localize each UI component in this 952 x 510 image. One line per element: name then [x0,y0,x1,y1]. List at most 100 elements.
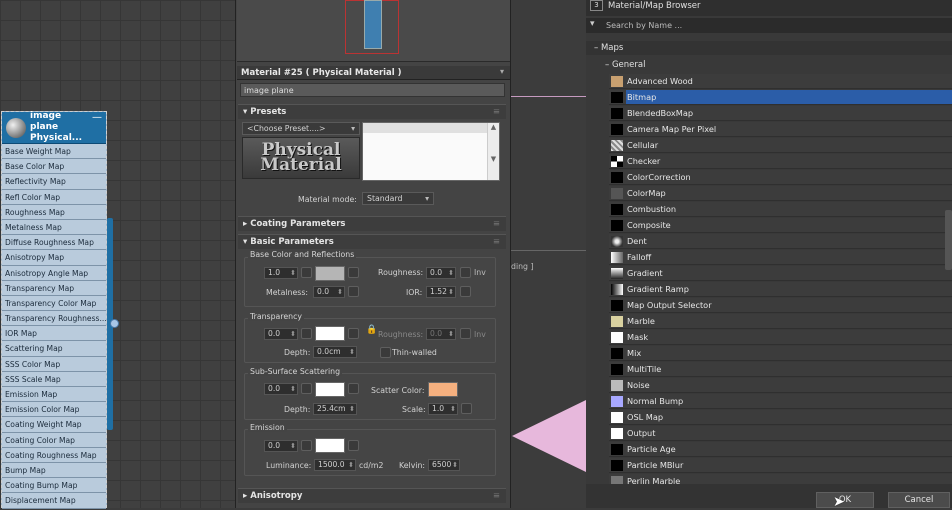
node-slot[interactable]: Transparency Color Map [2,295,106,312]
scale-map-button[interactable] [461,403,472,414]
sss-color-map-button[interactable] [348,383,359,394]
map-list-item[interactable]: Gradient Ramp [609,282,952,297]
node-slot[interactable]: SSS Color Map [2,356,106,372]
sss-color-swatch[interactable] [315,382,345,397]
map-list-item[interactable]: BlendedBoxMap [609,106,952,121]
ior-map-button[interactable] [460,286,471,297]
roughness-spinner[interactable]: 0.0 [426,267,456,279]
node-header[interactable]: image plane Physical... — [2,111,106,144]
emission-weight-spinner[interactable]: 0.0 [264,440,298,452]
map-list-item[interactable]: Combustion [609,202,952,217]
search-input[interactable]: Search by Name ... [586,18,952,33]
sss-map-button[interactable] [301,383,312,394]
map-list-item[interactable]: Advanced Wood [609,74,952,89]
preset-list-row[interactable] [363,123,487,133]
map-list-item[interactable]: Particle Age [609,442,952,457]
transparency-color-map-button[interactable] [348,328,359,339]
base-weight-spinner[interactable]: 1.0 [264,267,298,279]
metalness-spinner[interactable]: 0.0 [313,286,345,298]
map-list-item[interactable]: ColorCorrection [609,170,952,185]
node-slot[interactable]: Displacement Map [2,493,106,509]
material-name-field[interactable]: image plane [240,83,505,97]
map-list-item[interactable]: MultiTile [609,362,952,377]
depth-spinner[interactable]: 0.0cm [313,346,357,358]
transparency-roughness-spinner[interactable]: 0.0 [426,328,456,340]
node-slot[interactable]: Metalness Map [2,219,106,236]
node-slot[interactable]: IOR Map [2,326,106,342]
lock-icon[interactable]: 🔒 [366,325,377,335]
transparency-inv-label[interactable]: Inv [474,330,486,339]
map-list-item[interactable]: Gradient [609,266,952,281]
kelvin-spinner[interactable]: 6500 [428,459,460,471]
transparency-weight-spinner[interactable]: 0.0 [264,328,298,340]
sss-depth-spinner[interactable]: 25.4cm [313,403,357,415]
node-slot[interactable]: Scattering Map [2,341,106,357]
general-category[interactable]: – General [597,58,952,72]
material-mode-dropdown[interactable]: Standard [362,192,434,205]
browser-scrollbar[interactable] [945,210,952,270]
scatter-color-swatch[interactable] [428,382,458,397]
node-slot[interactable]: Refl Color Map [2,189,106,205]
transparency-map-button[interactable] [301,328,312,339]
node-slot[interactable]: Bump Map [2,462,106,479]
metalness-map-button[interactable] [348,286,359,297]
node-slot[interactable]: Transparency Roughness... [2,311,106,327]
node-slot[interactable]: Coating Bump Map [2,478,106,494]
node-slot[interactable]: Emission Color Map [2,402,106,418]
node-slot[interactable]: Base Weight Map [2,144,106,160]
node-slot[interactable]: Transparency Map [2,280,106,296]
map-list-item[interactable]: Normal Bump [609,394,952,409]
map-list-item[interactable]: Checker [609,154,952,169]
map-list-item[interactable]: Map Output Selector [609,298,952,313]
ok-button[interactable]: OK [816,492,874,508]
map-list-item[interactable]: OSL Map [609,410,952,425]
emission-color-swatch[interactable] [315,438,345,453]
header-menu-icon[interactable]: ▾ [500,67,504,76]
ior-spinner[interactable]: 1.52 [426,286,456,298]
cancel-button[interactable]: Cancel [888,492,950,508]
map-list-item[interactable]: Composite [609,218,952,233]
map-list-item[interactable]: Camera Map Per Pixel [609,122,952,137]
material-node[interactable]: image plane Physical... — Base Weight Ma… [1,111,107,509]
node-slot[interactable]: SSS Scale Map [2,371,106,387]
node-slot[interactable]: Roughness Map [2,204,106,220]
node-slot[interactable]: Coating Weight Map [2,417,106,433]
transparency-color-swatch[interactable] [315,326,345,341]
emission-color-map-button[interactable] [348,440,359,451]
preset-dropdown[interactable]: <Choose Preset....> [242,122,360,135]
luminance-spinner[interactable]: 1500.0 [314,459,356,471]
node-slot[interactable]: Anisotropy Map [2,250,106,266]
map-list-item[interactable]: Mask [609,330,952,345]
node-slot[interactable]: Coating Roughness Map [2,447,106,463]
roughness-map-button[interactable] [460,267,471,278]
map-list-item[interactable]: ColorMap [609,186,952,201]
map-list-item[interactable]: Output [609,426,952,441]
output-socket[interactable] [110,319,119,328]
node-slot[interactable]: Base Color Map [2,159,106,175]
map-list-item[interactable]: Bitmap [609,90,952,105]
scale-spinner[interactable]: 1.0 [428,403,458,415]
map-list-item[interactable]: Marble [609,314,952,329]
list-scrollbar[interactable]: ▲ ▼ [487,123,499,180]
search-options-icon[interactable]: ▾ [590,19,595,29]
collapse-icon[interactable]: — [92,112,102,123]
map-list-item[interactable]: Cellular [609,138,952,153]
transparency-roughness-map-button[interactable] [460,328,471,339]
node-slot[interactable]: Anisotropy Angle Map [2,265,106,281]
maps-category[interactable]: – Maps [586,41,952,55]
node-slot[interactable]: Emission Map [2,387,106,403]
presets-rollout[interactable]: ▾ Presets [238,104,506,119]
node-slot[interactable]: Diffuse Roughness Map [2,235,106,251]
map-list-item[interactable]: Noise [609,378,952,393]
emission-map-button[interactable] [301,440,312,451]
base-color-swatch[interactable] [315,266,345,281]
base-weight-map-button[interactable] [301,267,312,278]
node-slot[interactable]: Coating Color Map [2,432,106,448]
base-color-map-button[interactable] [348,267,359,278]
anisotropy-rollout[interactable]: ▸ Anisotropy [238,488,506,503]
coating-rollout[interactable]: ▸ Coating Parameters [238,216,506,231]
map-list-item[interactable]: Mix [609,346,952,361]
map-list-item[interactable]: Dent [609,234,952,249]
map-list-item[interactable]: Particle MBlur [609,458,952,473]
sss-weight-spinner[interactable]: 0.0 [264,383,298,395]
